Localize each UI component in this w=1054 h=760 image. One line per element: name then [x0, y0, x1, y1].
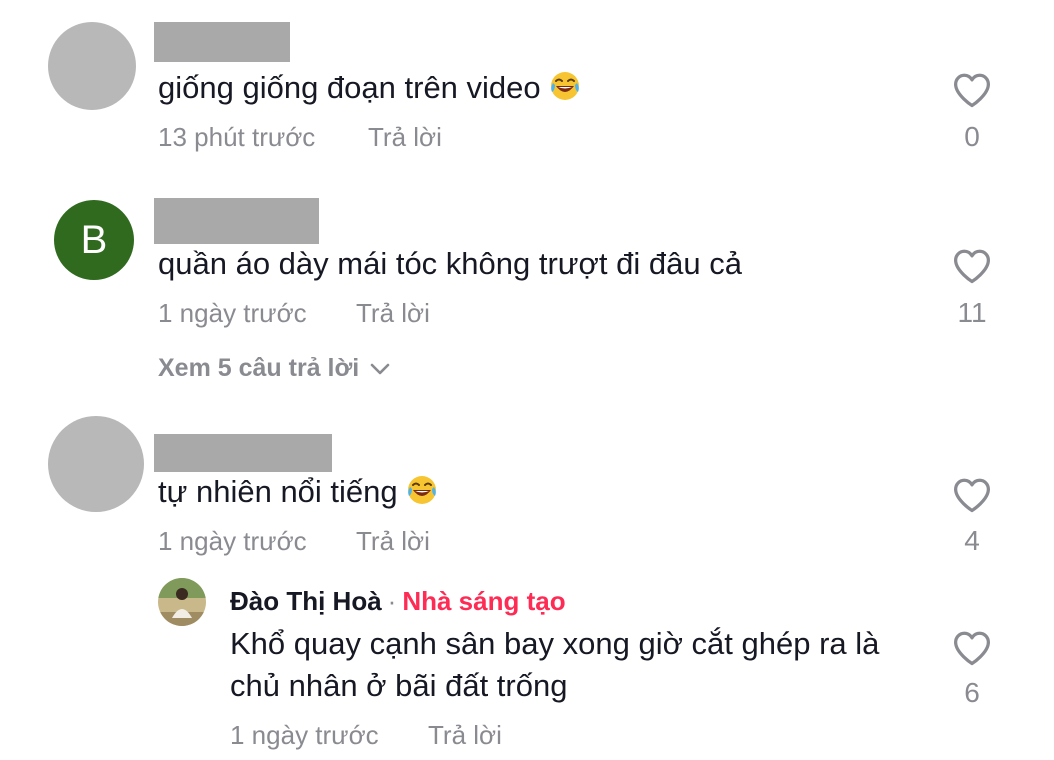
like-count: 11	[957, 297, 987, 328]
reply-body-line1: Khổ quay cạnh sân bay xong giờ cắt ghép …	[230, 626, 880, 661]
reply-button[interactable]: Trả lời	[356, 526, 430, 557]
username-redacted[interactable]	[154, 22, 290, 62]
creator-username[interactable]: Đào Thị Hoà	[230, 586, 382, 616]
like-count: 4	[964, 525, 980, 556]
comment-body: giống giống đoạn trên video	[158, 70, 541, 105]
view-replies-label: Xem 5 câu trả lời	[158, 354, 360, 382]
chevron-down-icon	[370, 363, 390, 374]
creator-badge: Nhà sáng tạo	[402, 586, 566, 616]
reply-timestamp: 1 ngày trước	[230, 720, 379, 750]
avatar[interactable]: B	[54, 200, 134, 280]
creator-avatar[interactable]	[158, 578, 206, 626]
laughing-emoji-icon	[549, 70, 581, 102]
username-redacted[interactable]	[154, 198, 319, 244]
comment-text: giống giống đoạn trên video	[158, 68, 581, 108]
like-count: 6	[964, 677, 980, 708]
reply-body-line2: chủ nhân ở bãi đất trống	[230, 668, 568, 703]
like-count: 0	[964, 121, 980, 152]
reply-button[interactable]: Trả lời	[356, 298, 430, 329]
comment-body: quần áo dày mái tóc không trượt đi đâu c…	[158, 246, 742, 281]
heart-icon[interactable]	[952, 477, 992, 513]
reply-button[interactable]: Trả lời	[368, 122, 442, 153]
heart-icon[interactable]	[952, 72, 992, 108]
separator-dot: ·	[387, 586, 397, 616]
view-replies-button[interactable]: Xem 5 câu trả lời	[158, 354, 391, 383]
username-redacted[interactable]	[154, 434, 332, 472]
comment-timestamp: 13 phút trước	[158, 122, 316, 152]
reply-header: Đào Thị Hoà · Nhà sáng tạo	[230, 586, 566, 617]
avatar[interactable]	[48, 416, 144, 512]
comment-timestamp: 1 ngày trước	[158, 298, 307, 328]
comment-text: tự nhiên nổi tiếng	[158, 472, 438, 512]
laughing-emoji-icon	[406, 474, 438, 506]
heart-icon[interactable]	[952, 630, 992, 666]
avatar[interactable]	[48, 22, 136, 110]
heart-icon[interactable]	[952, 248, 992, 284]
avatar-letter: B	[80, 217, 108, 262]
reply-button[interactable]: Trả lời	[428, 720, 502, 751]
comment-body: tự nhiên nổi tiếng	[158, 474, 398, 509]
comment-timestamp: 1 ngày trước	[158, 526, 307, 556]
